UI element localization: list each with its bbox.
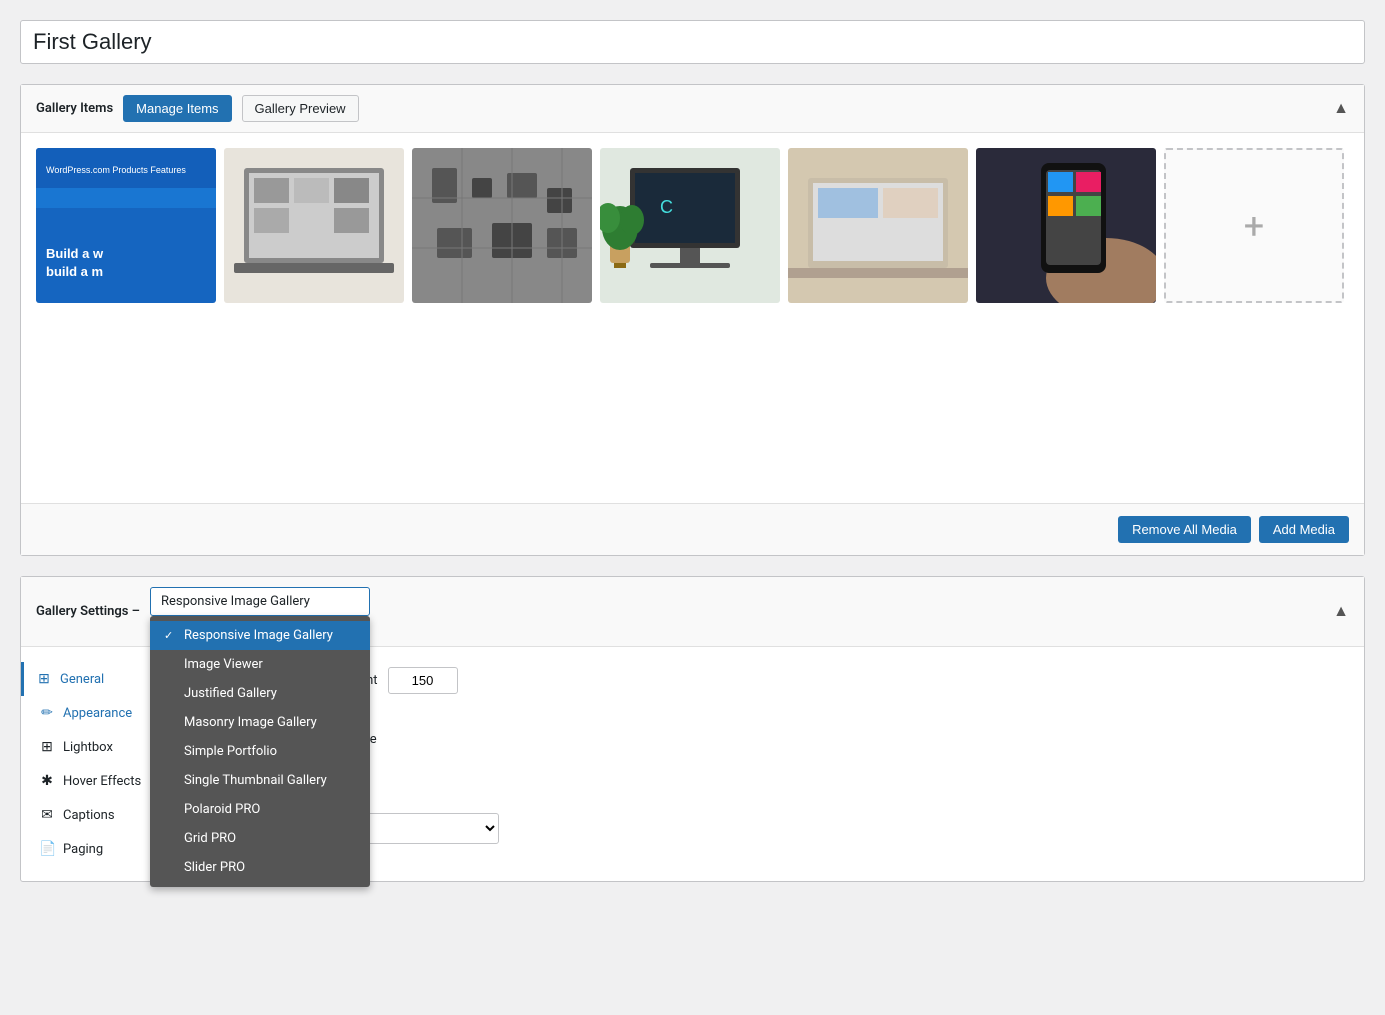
dropdown-option-responsive[interactable]: ✓ Responsive Image Gallery [150, 621, 370, 650]
gallery-type-dropdown-wrapper: Responsive Image Gallery ✓ Responsive Im… [150, 587, 370, 616]
radio-custom-url[interactable]: Custom URL [216, 755, 1344, 770]
paging-icon: 📄 [39, 841, 55, 857]
dropdown-option-label: Justified Gallery [184, 686, 277, 701]
dropdown-option-label: Simple Portfolio [184, 744, 277, 759]
gallery-settings-header: Gallery Settings – Responsive Image Gall… [21, 577, 1364, 647]
gallery-items-header-left: Gallery Items Manage Items Gallery Previ… [36, 95, 359, 122]
dropdown-option-label: Responsive Image Gallery [184, 628, 333, 643]
dropdown-option-image-viewer[interactable]: Image Viewer [150, 650, 370, 679]
add-media-btn[interactable]: Add Media [1259, 516, 1349, 543]
dropdown-option-polaroid[interactable]: Polaroid PRO [150, 795, 370, 824]
lightbox-row: Lightbox ? None Lightbox 2 Magnific Popu… [216, 813, 1344, 844]
svg-text:WordPress.com Products Feature: WordPress.com Products Features [46, 165, 186, 175]
dimensions-row: Width Height [216, 667, 1344, 694]
dropdown-option-label: Single Thumbnail Gallery [184, 773, 327, 788]
gallery-type-dropdown-menu: ✓ Responsive Image Gallery Image Viewer … [150, 616, 370, 887]
dropdown-option-single-thumbnail[interactable]: Single Thumbnail Gallery [150, 766, 370, 795]
gallery-items-footer: Remove All Media Add Media [21, 503, 1364, 555]
radio-not-linked[interactable]: Not linked [216, 778, 1344, 793]
checkmark-icon: ✓ [164, 629, 176, 642]
link-options-group: Full Size Image Image Attachment Page Cu… [216, 709, 1344, 793]
tab-gallery-preview[interactable]: Gallery Preview [242, 95, 359, 122]
general-icon: ⊞ [36, 671, 52, 687]
radio-full-size[interactable]: Full Size Image [216, 709, 1344, 724]
sidebar-item-hover-effects-label: Hover Effects [63, 774, 141, 789]
appearance-icon: ✏ [39, 705, 55, 721]
gallery-items-header: Gallery Items Manage Items Gallery Previ… [21, 85, 1364, 133]
gallery-item-1[interactable]: Build a w build a m WordPress.com Produc… [36, 148, 216, 303]
dropdown-option-label: Masonry Image Gallery [184, 715, 317, 730]
gallery-item-4[interactable]: C [600, 148, 780, 303]
gallery-item-5[interactable] [788, 148, 968, 303]
dropdown-selected-label: Responsive Image Gallery [161, 594, 310, 609]
gallery-item-3[interactable] [412, 148, 592, 303]
dropdown-option-grid[interactable]: Grid PRO [150, 824, 370, 853]
gallery-items-title: Gallery Items [36, 101, 113, 116]
sidebar-item-captions-label: Captions [63, 808, 115, 823]
dropdown-option-slider[interactable]: Slider PRO [150, 853, 370, 882]
dropdown-option-label: Grid PRO [184, 831, 236, 846]
height-input[interactable] [388, 667, 458, 694]
captions-icon: ✉ [39, 807, 55, 823]
dropdown-option-justified[interactable]: Justified Gallery [150, 679, 370, 708]
lightbox-icon: ⊞ [39, 739, 55, 755]
settings-content: Width Height Full Size Image Image Attac… [196, 647, 1364, 881]
svg-text:C: C [660, 197, 673, 217]
gallery-settings-panel: Gallery Settings – Responsive Image Gall… [20, 576, 1365, 882]
gallery-settings-title: Gallery Settings – [36, 604, 140, 619]
dropdown-option-simple-portfolio[interactable]: Simple Portfolio [150, 737, 370, 766]
gallery-grid: Build a w build a m WordPress.com Produc… [36, 148, 1349, 488]
gallery-items-body: Build a w build a m WordPress.com Produc… [21, 133, 1364, 503]
tab-manage-items[interactable]: Manage Items [123, 95, 231, 122]
gallery-items-panel: Gallery Items Manage Items Gallery Previ… [20, 84, 1365, 556]
gallery-item-6[interactable] [976, 148, 1156, 303]
add-item-plus-icon: + [1244, 205, 1264, 247]
gallery-item-2[interactable] [224, 148, 404, 303]
sidebar-item-lightbox-label: Lightbox [63, 740, 113, 755]
add-gallery-item-btn[interactable]: + [1164, 148, 1344, 303]
radio-attachment-page[interactable]: Image Attachment Page [216, 732, 1344, 747]
remove-all-media-btn[interactable]: Remove All Media [1118, 516, 1251, 543]
sidebar-item-appearance-label: Appearance [63, 706, 132, 721]
svg-text:build a m: build a m [46, 264, 103, 279]
dropdown-option-label: Slider PRO [184, 860, 245, 875]
gallery-items-collapse-btn[interactable]: ▲ [1333, 100, 1349, 118]
sidebar-item-paging-label: Paging [63, 842, 103, 857]
gallery-settings-collapse-btn[interactable]: ▲ [1333, 603, 1349, 621]
dropdown-option-label: Image Viewer [184, 657, 263, 672]
dropdown-option-masonry[interactable]: Masonry Image Gallery [150, 708, 370, 737]
sidebar-item-general-label: General [60, 672, 104, 687]
hover-effects-icon: ✱ [39, 773, 55, 789]
svg-text:Build a w: Build a w [46, 246, 104, 261]
gallery-type-dropdown-trigger[interactable]: Responsive Image Gallery [150, 587, 370, 616]
dropdown-option-label: Polaroid PRO [184, 802, 260, 817]
gallery-title-input[interactable] [20, 20, 1365, 64]
